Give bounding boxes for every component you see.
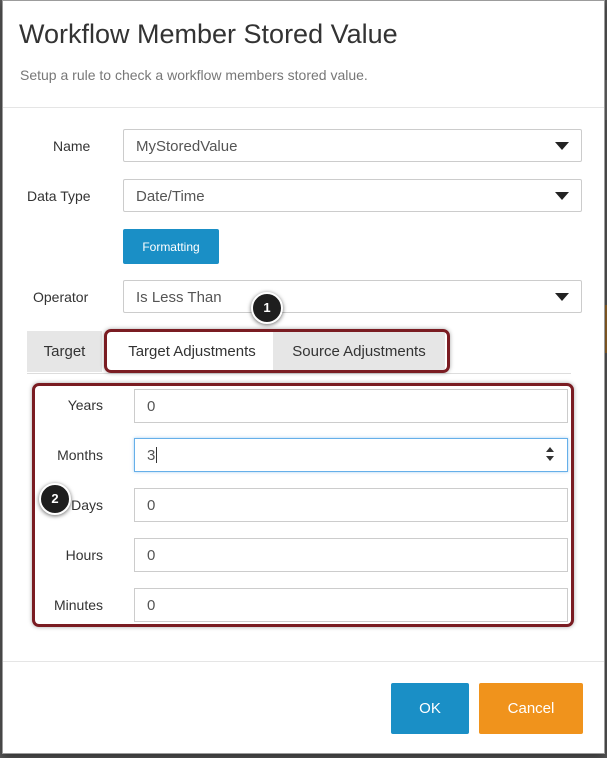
name-select-value: MyStoredValue bbox=[136, 138, 238, 155]
dialog-subtitle: Setup a rule to check a workflow members… bbox=[20, 67, 368, 83]
ok-button[interactable]: OK bbox=[391, 683, 469, 734]
callout-badge-2: 2 bbox=[39, 483, 71, 515]
data-type-label: Data Type bbox=[27, 188, 91, 204]
cancel-button[interactable]: Cancel bbox=[479, 683, 583, 734]
dialog-title: Workflow Member Stored Value bbox=[19, 19, 398, 49]
callout-badge-1: 1 bbox=[251, 292, 283, 324]
tab-target[interactable]: Target bbox=[27, 331, 102, 372]
chevron-down-icon bbox=[555, 192, 569, 200]
operator-select-value: Is Less Than bbox=[136, 289, 222, 306]
dialog-header: Workflow Member Stored Value Setup a rul… bbox=[3, 1, 604, 108]
chevron-down-icon bbox=[555, 142, 569, 150]
workflow-stored-value-dialog: Workflow Member Stored Value Setup a rul… bbox=[2, 0, 605, 754]
callout-box-tabs bbox=[104, 329, 450, 373]
chevron-down-icon bbox=[555, 293, 569, 301]
operator-select[interactable]: Is Less Than bbox=[123, 280, 582, 313]
name-label: Name bbox=[53, 138, 91, 154]
operator-label: Operator bbox=[33, 289, 89, 305]
callout-box-adjustments bbox=[32, 383, 574, 627]
data-type-select-value: Date/Time bbox=[136, 188, 205, 205]
formatting-button[interactable]: Formatting bbox=[123, 229, 219, 264]
name-select[interactable]: MyStoredValue bbox=[123, 129, 582, 162]
dialog-footer-divider bbox=[3, 661, 604, 662]
data-type-select[interactable]: Date/Time bbox=[123, 179, 582, 212]
